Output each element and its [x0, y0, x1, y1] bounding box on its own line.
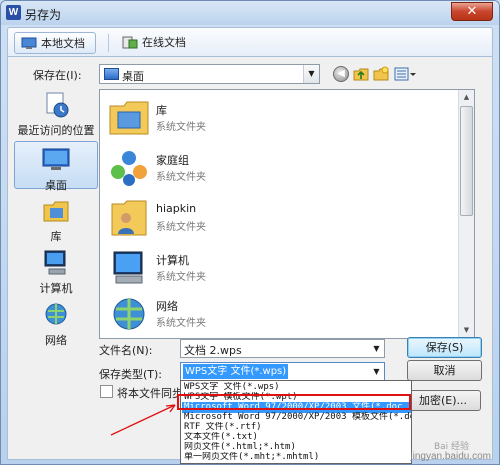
view-menu-icon[interactable]	[394, 66, 416, 82]
list-item[interactable]: hiapkin 系统文件夹	[106, 194, 446, 244]
filename-input[interactable]: 文档 2.wps ▼	[180, 339, 385, 358]
annotation-arrow-icon	[110, 404, 176, 436]
chevron-down-icon[interactable]: ▼	[303, 65, 319, 83]
file-type: 系统文件夹	[156, 172, 206, 183]
list-item[interactable]: 网络 系统文件夹	[106, 290, 446, 340]
desktop-icon	[104, 68, 119, 80]
filetype-label: 保存类型(T):	[99, 368, 163, 381]
back-button[interactable]: ◀	[333, 66, 349, 82]
filename-value: 文档 2.wps	[184, 344, 242, 357]
tab-divider	[108, 34, 109, 52]
tab-local-label: 本地文档	[41, 37, 85, 50]
file-name: 家庭组	[156, 154, 189, 167]
new-folder-icon[interactable]	[373, 66, 389, 82]
place-libraries[interactable]: 库	[14, 197, 98, 244]
watermark: jingyan.baidu.com	[410, 451, 491, 462]
network-icon	[45, 303, 67, 325]
file-name: 计算机	[156, 254, 189, 267]
libraries-folder-icon	[109, 101, 149, 135]
file-name: 网络	[156, 300, 178, 313]
file-name: 库	[156, 104, 167, 117]
annotation-highlight-box	[177, 394, 411, 410]
place-label: 计算机	[39, 282, 73, 295]
cloud-documents-icon	[122, 36, 138, 49]
file-type: 系统文件夹	[156, 272, 206, 283]
save-as-dialog: W 另存为 ✕ 本地文档 在线文档 保存在(I): 桌面 ▼ ◀ 最近访问的位置…	[0, 0, 500, 465]
list-item[interactable]: 家庭组 系统文件夹	[106, 144, 446, 194]
place-label: 最近访问的位置	[17, 124, 95, 137]
chevron-down-icon[interactable]: ▼	[369, 363, 384, 380]
desktop-icon	[42, 148, 70, 170]
place-label: 库	[50, 230, 62, 243]
title-bar: W 另存为 ✕	[1, 1, 499, 25]
list-item[interactable]: 计算机 系统文件夹	[106, 244, 446, 294]
user-folder-icon	[111, 200, 147, 236]
close-button[interactable]: ✕	[451, 2, 493, 21]
places-bar: 最近访问的位置 桌面 库 计算机 网络	[14, 89, 98, 351]
save-in-combo[interactable]: 桌面 ▼	[99, 64, 320, 84]
computer-icon	[113, 251, 143, 284]
chevron-down-icon[interactable]: ▼	[369, 340, 384, 357]
encrypt-button[interactable]: 加密(E)...	[405, 390, 481, 411]
place-computer[interactable]: 计算机	[14, 249, 98, 296]
file-type: 系统文件夹	[156, 222, 206, 233]
homegroup-icon	[111, 151, 147, 186]
scroll-thumb[interactable]	[460, 106, 473, 216]
dropdown-option[interactable]: 单一网页文件(*.mht;*.mhtml)	[182, 452, 411, 463]
monitor-icon	[21, 37, 37, 49]
place-recent[interactable]: 最近访问的位置	[14, 91, 98, 138]
place-network[interactable]: 网络	[14, 301, 98, 348]
place-desktop[interactable]: 桌面	[14, 141, 98, 192]
file-type: 系统文件夹	[156, 318, 206, 329]
save-in-label: 保存在(I):	[33, 69, 82, 82]
filename-label: 文件名(N):	[99, 344, 153, 357]
tab-local-documents[interactable]: 本地文档	[14, 32, 96, 54]
file-list[interactable]: 库 系统文件夹 家庭组 系统文件夹 hiapkin 系统文件夹 计算机 系统文件…	[99, 89, 475, 339]
back-arrow-icon: ◀	[337, 68, 345, 79]
file-type: 系统文件夹	[156, 122, 206, 133]
cancel-button[interactable]: 取消	[407, 360, 482, 381]
file-name: hiapkin	[156, 202, 197, 215]
list-item[interactable]: 库 系统文件夹	[106, 94, 446, 144]
place-label: 桌面	[45, 179, 67, 192]
up-folder-icon[interactable]	[353, 66, 369, 82]
filetype-dropdown-list[interactable]: WPS文字 文件(*.wps) WPS文字 模板文件(*.wpt) Micros…	[180, 380, 412, 464]
recent-places-icon	[46, 92, 69, 118]
scroll-down-icon[interactable]: ▼	[459, 323, 474, 338]
filetype-select[interactable]: WPS文字 文件(*.wps) ▼	[180, 362, 385, 381]
computer-icon	[44, 250, 66, 275]
place-label: 网络	[45, 334, 67, 347]
filetype-value: WPS文字 文件(*.wps)	[183, 364, 289, 379]
scroll-up-icon[interactable]: ▲	[459, 90, 474, 105]
libraries-icon	[43, 201, 69, 222]
wps-app-icon: W	[6, 5, 21, 20]
tab-online-label: 在线文档	[142, 36, 186, 49]
vertical-scrollbar[interactable]: ▲ ▼	[458, 90, 474, 338]
save-button[interactable]: 保存(S)	[407, 337, 482, 358]
save-in-value: 桌面	[122, 70, 144, 83]
tab-online-documents[interactable]: 在线文档	[116, 32, 196, 54]
location-tabs: 本地文档 在线文档	[7, 27, 493, 57]
sync-checkbox[interactable]	[100, 385, 113, 398]
window-title: 另存为	[25, 8, 62, 22]
network-icon	[113, 298, 145, 330]
